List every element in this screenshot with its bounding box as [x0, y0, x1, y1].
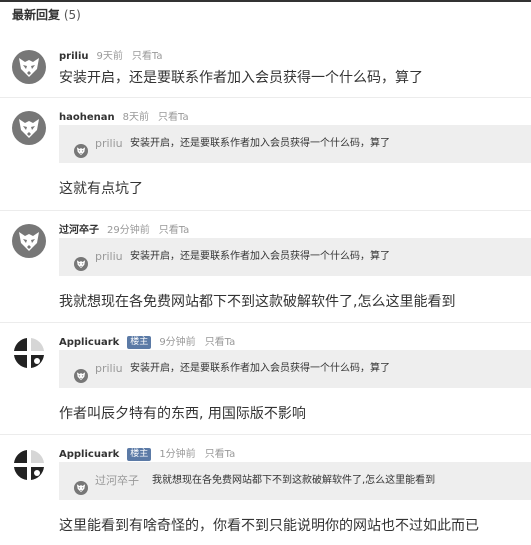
quoted-username[interactable]: priliu	[95, 125, 123, 163]
quote-avatar-icon	[74, 250, 88, 271]
user-avatar[interactable]	[12, 224, 46, 258]
reply-divider	[0, 322, 531, 323]
quoted-text: 安装开启，还是要联系作者加入会员获得一个什么码，算了	[130, 251, 390, 262]
quoted-reply: priliu 安装开启，还是要联系作者加入会员获得一个什么码，算了	[59, 350, 531, 388]
reply-content: 这里能看到有啥奇怪的，你看不到只能说明你的网站也不过如此而已	[59, 518, 479, 534]
section-header: 最新回复 (5)	[12, 6, 81, 23]
logo-avatar-icon	[12, 336, 46, 370]
logo-avatar-icon	[12, 448, 46, 482]
quote-avatar-icon	[74, 137, 88, 158]
top-divider	[0, 0, 531, 2]
quoted-reply: 过河卒子 我就想现在各免费网站都下不到这款破解软件了,怎么这里能看到	[59, 462, 531, 500]
username-link[interactable]: Applicuark	[59, 449, 119, 460]
reply-meta: 过河卒子 29分钟前 只看Ta	[59, 224, 189, 238]
fox-avatar-icon	[12, 224, 46, 258]
section-title: 最新回复	[12, 8, 61, 22]
op-badge: 楼主	[127, 336, 152, 349]
reply-meta: Applicuark 楼主 1分钟前 只看Ta	[59, 448, 235, 462]
reply-divider	[0, 97, 531, 98]
reply-divider	[0, 434, 531, 435]
reply-meta: priliu 9天前 只看Ta	[59, 50, 162, 64]
user-avatar[interactable]	[12, 448, 46, 482]
quote-avatar-icon	[74, 474, 88, 495]
username-link[interactable]: Applicuark	[59, 337, 119, 348]
quoted-text: 安装开启，还是要联系作者加入会员获得一个什么码，算了	[130, 138, 390, 149]
replies-panel: 最新回复 (5) priliu 9天前 只看Ta 安装开启，还是要联系作者加入会员获得…	[0, 0, 531, 545]
reply-time: 1分钟前	[159, 449, 196, 460]
quote-avatar-icon	[74, 362, 88, 383]
username-link[interactable]: 过河卒子	[59, 225, 99, 236]
only-view-ta-link[interactable]: 只看Ta	[205, 337, 236, 348]
reply-time: 9天前	[96, 51, 123, 62]
fox-avatar-icon	[12, 111, 46, 145]
only-view-ta-link[interactable]: 只看Ta	[159, 225, 190, 236]
only-view-ta-link[interactable]: 只看Ta	[158, 112, 189, 123]
reply-divider	[0, 210, 531, 211]
reply-content: 这就有点坑了	[59, 181, 143, 197]
quoted-text: 安装开启，还是要联系作者加入会员获得一个什么码，算了	[130, 363, 390, 374]
user-avatar[interactable]	[12, 50, 46, 84]
quoted-reply: priliu 安装开启，还是要联系作者加入会员获得一个什么码，算了	[59, 238, 531, 276]
username-link[interactable]: haohenan	[59, 112, 115, 123]
quoted-username[interactable]: 过河卒子	[95, 462, 139, 500]
reply-time: 29分钟前	[107, 225, 150, 236]
quoted-reply: priliu 安装开启，还是要联系作者加入会员获得一个什么码，算了	[59, 125, 531, 163]
reply-time: 9分钟前	[159, 337, 196, 348]
only-view-ta-link[interactable]: 只看Ta	[205, 449, 236, 460]
reply-content: 作者叫辰夕特有的东西, 用国际版不影响	[59, 406, 306, 422]
op-badge: 楼主	[127, 448, 152, 461]
user-avatar[interactable]	[12, 111, 46, 145]
username-link[interactable]: priliu	[59, 51, 89, 62]
quoted-username[interactable]: priliu	[95, 238, 123, 276]
user-avatar[interactable]	[12, 336, 46, 370]
only-view-ta-link[interactable]: 只看Ta	[132, 51, 163, 62]
reply-content: 我就想现在各免费网站都下不到这款破解软件了,怎么这里能看到	[59, 294, 456, 310]
reply-meta: haohenan 8天前 只看Ta	[59, 111, 189, 125]
quoted-text: 我就想现在各免费网站都下不到这款破解软件了,怎么这里能看到	[152, 475, 436, 486]
fox-avatar-icon	[12, 50, 46, 84]
reply-meta: Applicuark 楼主 9分钟前 只看Ta	[59, 336, 235, 350]
quoted-username[interactable]: priliu	[95, 350, 123, 388]
reply-time: 8天前	[122, 112, 149, 123]
reply-content: 安装开启，还是要联系作者加入会员获得一个什么码，算了	[59, 70, 423, 86]
reply-count: (5)	[63, 8, 81, 22]
